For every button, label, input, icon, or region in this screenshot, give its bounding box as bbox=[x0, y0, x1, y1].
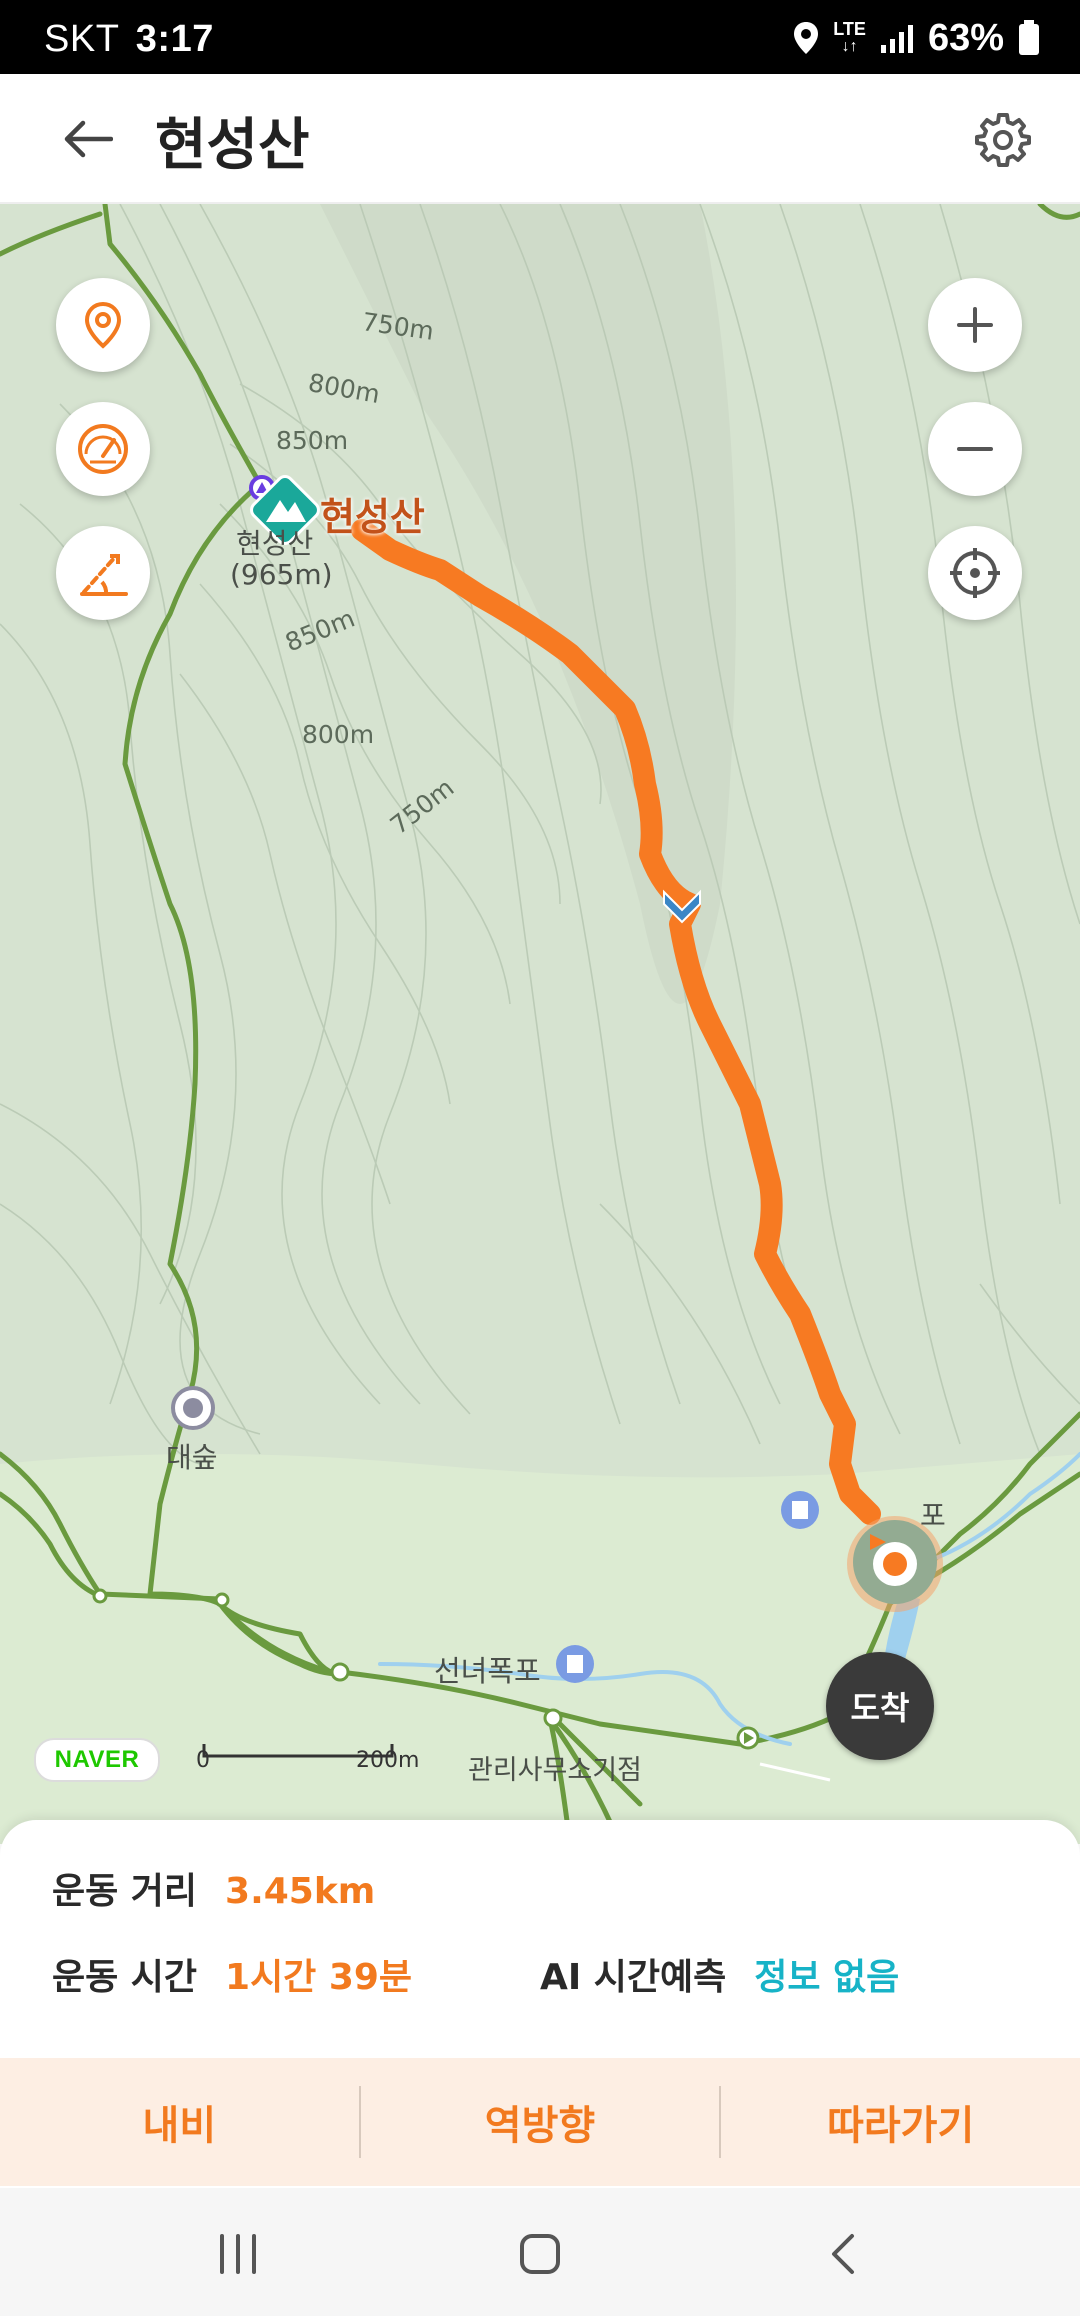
ai-estimate-row: AI 시간예측 정보 없음 bbox=[540, 1948, 899, 2000]
peak-name-small: 현성산 bbox=[236, 527, 314, 560]
status-left: SKT 3:17 bbox=[44, 18, 214, 61]
poi-partial-label: 포 bbox=[920, 1499, 946, 1532]
action-bar: 내비 역방향 따라가기 bbox=[0, 2058, 1080, 2186]
back-button[interactable] bbox=[52, 104, 122, 174]
slope-icon bbox=[80, 554, 128, 596]
clock-text: 3:17 bbox=[135, 18, 214, 60]
top-app-bar: 현성산 bbox=[0, 74, 1080, 204]
peak-elevation: (965m) bbox=[230, 558, 333, 591]
system-nav-bar bbox=[0, 2188, 1080, 2316]
distance-value: 3.45km bbox=[225, 1871, 376, 1912]
recent-apps-icon bbox=[220, 2234, 256, 2274]
ai-estimate-label: AI 시간예측 bbox=[540, 1957, 727, 1998]
distance-row: 운동 거리 3.45km bbox=[52, 1862, 375, 1914]
navi-button[interactable]: 내비 bbox=[0, 2058, 359, 2186]
distance-label: 운동 거리 bbox=[52, 1871, 198, 1912]
status-right: LTE ↓↑ 63% bbox=[793, 16, 1040, 60]
chevron-left-icon bbox=[832, 2234, 854, 2274]
network-type-text: LTE bbox=[833, 19, 866, 39]
minus-icon bbox=[957, 447, 993, 451]
status-bar: SKT 3:17 LTE ↓↑ 63% bbox=[0, 0, 1080, 74]
time-label: 운동 시간 bbox=[52, 1957, 198, 1998]
back-arrow-icon bbox=[64, 120, 113, 158]
crosshair-icon bbox=[950, 548, 1000, 598]
page-title: 현성산 bbox=[155, 113, 310, 178]
zoom-out-button[interactable] bbox=[928, 402, 1022, 496]
settings-button[interactable] bbox=[968, 104, 1038, 174]
speedometer-button[interactable] bbox=[56, 402, 150, 496]
battery-icon bbox=[1019, 20, 1039, 55]
location-pin-button[interactable] bbox=[56, 278, 150, 372]
slope-button[interactable] bbox=[56, 526, 150, 620]
my-location-button[interactable] bbox=[928, 526, 1022, 620]
carrier-text: SKT bbox=[44, 18, 119, 60]
arrival-marker[interactable]: 도착 bbox=[826, 1652, 934, 1760]
contour-label: 800m bbox=[302, 720, 375, 749]
scale-end-text: 200m bbox=[356, 1748, 420, 1773]
ai-estimate-value: 정보 없음 bbox=[754, 1957, 900, 1998]
follow-button[interactable]: 따라가기 bbox=[721, 2058, 1080, 2186]
home-icon bbox=[520, 2234, 560, 2274]
poi-office-label[interactable]: 관리사무소기점 bbox=[468, 1748, 642, 1787]
map-pin-icon bbox=[84, 301, 122, 349]
naver-logo: NAVER bbox=[34, 1738, 160, 1782]
time-value: 1시간 39분 bbox=[225, 1957, 413, 1998]
nav-back-button[interactable] bbox=[802, 2214, 882, 2294]
reverse-direction-button[interactable]: 역방향 bbox=[361, 2058, 720, 2186]
recent-apps-button[interactable] bbox=[198, 2214, 278, 2294]
gear-icon bbox=[975, 113, 1031, 167]
app-root: SKT 3:17 LTE ↓↑ 63% 현성산 750m 800m 850m 8… bbox=[0, 0, 1080, 2316]
speedometer-icon bbox=[78, 424, 128, 474]
time-row: 운동 시간 1시간 39분 bbox=[52, 1948, 412, 2000]
lte-indicator: LTE ↓↑ bbox=[833, 19, 866, 55]
scale-start-text: 0 bbox=[196, 1748, 210, 1773]
plus-icon bbox=[957, 307, 993, 343]
battery-text: 63% bbox=[927, 16, 1004, 59]
home-button[interactable] bbox=[500, 2214, 580, 2294]
map-canvas bbox=[0, 204, 1080, 1844]
poi-daesup-label[interactable]: 대숲 bbox=[166, 1436, 218, 1476]
map-view[interactable]: 750m 800m 850m 850m 800m 750m 현성산 현성산 (9… bbox=[0, 204, 1080, 1844]
peak-label[interactable]: 현성산 bbox=[320, 486, 425, 541]
route-info-panel: 운동 거리 3.45km 운동 시간 1시간 39분 AI 시간예측 정보 없음 bbox=[0, 1820, 1080, 2060]
poi-waterfall-label[interactable]: 선녀폭포 bbox=[434, 1648, 541, 1690]
zoom-in-button[interactable] bbox=[928, 278, 1022, 372]
signal-icon bbox=[880, 25, 913, 53]
contour-label: 850m bbox=[276, 426, 349, 455]
location-icon bbox=[794, 22, 819, 54]
